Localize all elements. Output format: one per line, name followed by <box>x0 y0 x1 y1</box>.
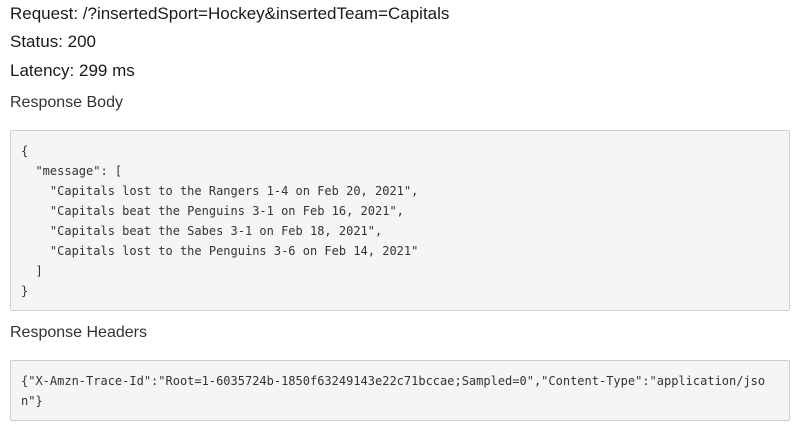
response-headers-box[interactable]: {"X-Amzn-Trace-Id":"Root=1-6035724b-1850… <box>10 360 790 421</box>
response-body-code[interactable]: { "message": [ "Capitals lost to the Ran… <box>21 141 779 301</box>
response-body-heading: Response Body <box>10 94 123 111</box>
latency-line: Latency: 299 ms <box>10 61 135 80</box>
response-headers-code[interactable]: {"X-Amzn-Trace-Id":"Root=1-6035724b-1850… <box>21 371 779 411</box>
response-body-box[interactable]: { "message": [ "Capitals lost to the Ran… <box>10 130 790 311</box>
response-headers-heading: Response Headers <box>10 324 147 341</box>
status-line: Status: 200 <box>10 32 97 51</box>
request-line: Request: /?insertedSport=Hockey&inserted… <box>10 4 450 23</box>
